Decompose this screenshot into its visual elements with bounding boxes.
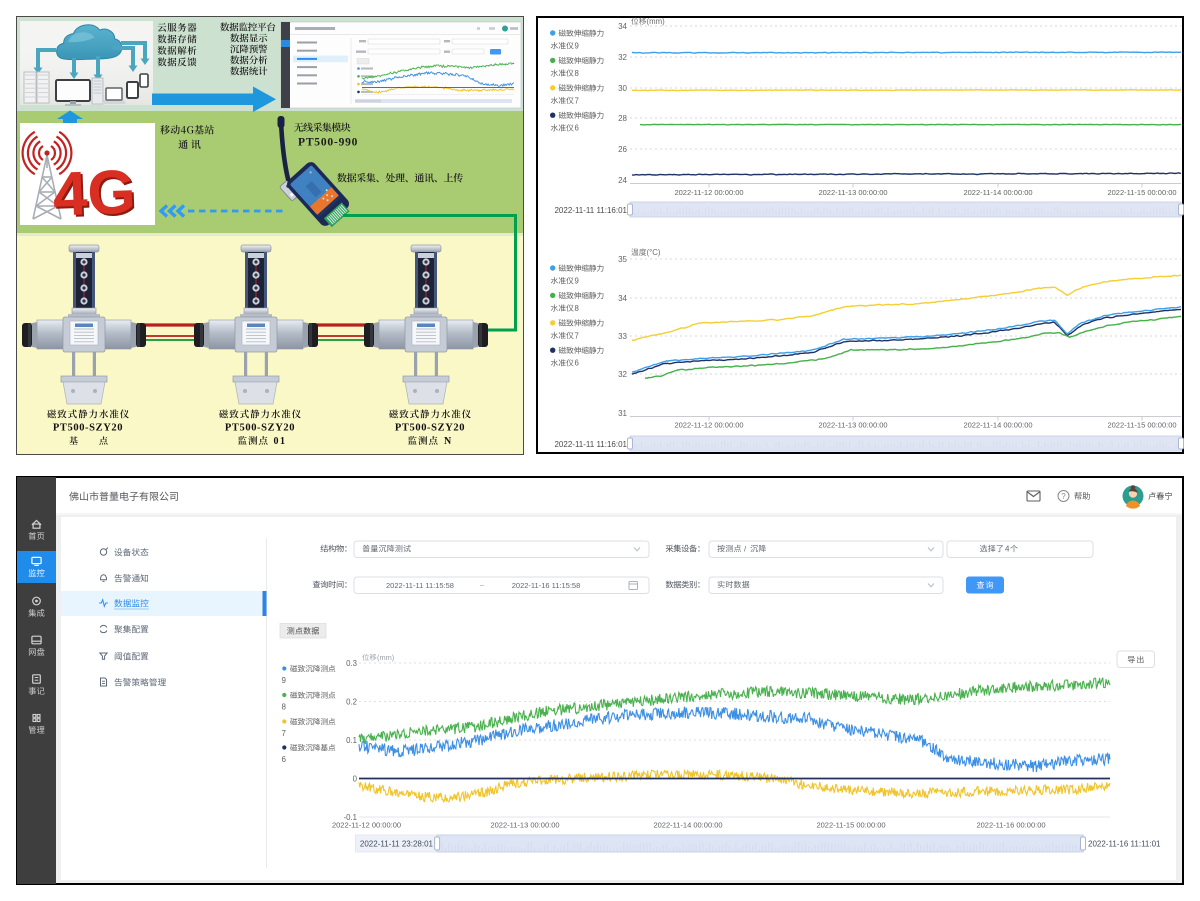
svg-text:34: 34 [618,22,627,31]
svg-text:2022-11-14 00:00:00: 2022-11-14 00:00:00 [653,821,722,830]
svg-text:2022-11-16 00:00:00: 2022-11-16 00:00:00 [976,821,1045,830]
svg-text:26: 26 [618,145,627,154]
svg-text:8: 8 [575,304,579,313]
svg-text:0.2: 0.2 [346,698,357,707]
svg-text:2022-11-13 00:00:00: 2022-11-13 00:00:00 [490,821,559,830]
svg-text:PT500-SZY20: PT500-SZY20 [395,423,465,434]
svg-text:0.1: 0.1 [346,736,357,745]
svg-text:N: N [444,436,452,447]
svg-text:2022-11-16 11:11:01: 2022-11-16 11:11:01 [1088,840,1161,849]
svg-text:2022-11-15 00:00:00: 2022-11-15 00:00:00 [1107,188,1176,197]
svg-text:9: 9 [575,42,579,51]
svg-text:32: 32 [618,370,627,379]
svg-text:2022-11-12 00:00:00: 2022-11-12 00:00:00 [332,821,401,830]
svg-text:2022-11-11 11:16:01: 2022-11-11 11:16:01 [554,440,627,449]
svg-text:33: 33 [618,332,627,341]
svg-text:34: 34 [618,294,627,303]
svg-text:4G: 4G [52,158,137,230]
svg-text:8: 8 [282,703,287,712]
svg-text:2022-11-11 23:28:01: 2022-11-11 23:28:01 [360,840,434,849]
svg-text:7: 7 [575,331,579,340]
svg-text:PT500-SZY20: PT500-SZY20 [53,423,123,434]
svg-text:2022-11-16 11:15:58: 2022-11-16 11:15:58 [512,581,581,590]
svg-text:2022-11-12 00:00:00: 2022-11-12 00:00:00 [674,188,743,197]
svg-text:2022-11-15 00:00:00: 2022-11-15 00:00:00 [1107,421,1176,430]
svg-text:32: 32 [618,53,627,62]
svg-text:9: 9 [575,277,579,286]
svg-text:2022-11-12 00:00:00: 2022-11-12 00:00:00 [674,421,743,430]
svg-text:7: 7 [282,729,287,738]
svg-text:28: 28 [618,114,627,123]
svg-text:30: 30 [618,84,627,93]
svg-text:0.3: 0.3 [346,659,357,668]
svg-text:9: 9 [282,676,287,685]
svg-text:2022-11-11 11:16:01: 2022-11-11 11:16:01 [554,206,627,215]
svg-text:35: 35 [618,255,627,264]
svg-text:2022-11-14 00:00:00: 2022-11-14 00:00:00 [963,421,1032,430]
svg-text:2022-11-15 00:00:00: 2022-11-15 00:00:00 [816,821,885,830]
svg-text:0: 0 [353,775,358,784]
svg-text:2022-11-11 11:15:58: 2022-11-11 11:15:58 [386,581,454,590]
svg-text:PT500-990: PT500-990 [298,137,358,149]
svg-text:(mm): (mm) [647,17,666,26]
svg-text:~: ~ [480,581,485,590]
svg-text:2022-11-13 00:00:00: 2022-11-13 00:00:00 [818,421,887,430]
svg-text:4: 4 [1005,545,1010,554]
svg-text:6: 6 [282,755,287,764]
svg-text:6: 6 [575,359,579,368]
svg-text:31: 31 [618,409,627,418]
svg-text:2022-11-13 00:00:00: 2022-11-13 00:00:00 [818,188,887,197]
svg-text:(mm): (mm) [377,653,394,662]
svg-text:2022-11-14 00:00:00: 2022-11-14 00:00:00 [963,188,1032,197]
svg-text:(°C): (°C) [647,248,661,257]
svg-text:01: 01 [274,436,287,447]
svg-text:24: 24 [618,176,627,185]
svg-text:PT500-SZY20: PT500-SZY20 [225,423,295,434]
svg-text:8: 8 [575,69,579,78]
svg-text:?: ? [1061,492,1066,501]
svg-text:6: 6 [575,124,579,133]
svg-text:7: 7 [575,96,579,105]
